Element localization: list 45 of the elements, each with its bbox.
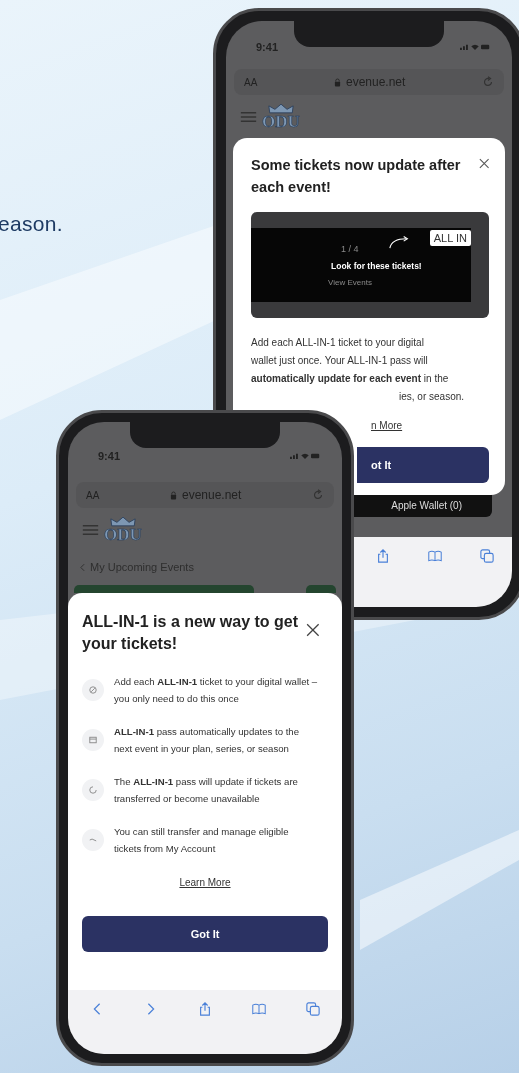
back-chevron-icon (80, 562, 85, 572)
close-icon[interactable] (478, 158, 489, 169)
book-icon[interactable] (252, 1002, 266, 1016)
crown-icon (267, 103, 294, 114)
modal-title: ALL-IN-1 is a new way to get your tickets! (82, 612, 300, 654)
feature-icon (82, 779, 104, 801)
menu-icon[interactable] (240, 110, 257, 123)
reload-icon[interactable] (482, 76, 494, 88)
feature-icon (82, 829, 104, 851)
reload-icon[interactable] (312, 489, 324, 501)
logo[interactable]: ODU (104, 516, 142, 543)
event-card (306, 585, 336, 593)
book-icon[interactable] (428, 549, 442, 563)
got-it-button[interactable]: Got It (82, 916, 328, 952)
lock-icon (169, 490, 177, 500)
share-icon[interactable] (376, 549, 390, 563)
learn-more-link[interactable]: Learn More (179, 877, 231, 888)
tabs-icon[interactable] (480, 549, 494, 563)
crown-icon (109, 516, 136, 527)
feature-text: Add each ALL-IN-1 ticket to your digital wallet – you only need to do this once (114, 675, 318, 706)
share-icon[interactable] (198, 1002, 212, 1016)
body-text-line: ies, or season. (398, 390, 466, 404)
lock-icon (333, 77, 341, 87)
status-time: 9:41 (98, 450, 121, 462)
got-it-button[interactable]: ot It (357, 447, 489, 483)
feature-icon (82, 679, 104, 701)
tutorial-note: Look for these tickets! (331, 261, 422, 271)
status-time: 9:41 (256, 41, 279, 53)
feature-text: The ALL-IN-1 pass will update if tickets are transferred or become unavailable (114, 775, 299, 806)
status-icons (460, 43, 490, 51)
tabs-icon[interactable] (306, 1002, 320, 1016)
modal-title: Some tickets now update after each event! (251, 156, 462, 197)
logo[interactable]: ODU (262, 103, 300, 130)
feature-text: You can still transfer and manage eligible tickets from My Account (114, 825, 290, 856)
feature-text: ALL-IN-1 pass automatically updates to the next event in your plan, series, or season (114, 725, 301, 756)
learn-more-link[interactable]: n More (371, 420, 403, 431)
page-counter: 1 / 4 (341, 244, 359, 254)
body-text-line: automatically update for each event in the (251, 372, 450, 386)
status-icons (290, 452, 320, 460)
menu-icon[interactable] (82, 523, 99, 536)
body-text-line: wallet just once. Your ALL-IN-1 pass will (251, 354, 429, 368)
all-in-badge: ALL IN (429, 230, 471, 246)
feature-icon (82, 729, 104, 751)
close-icon[interactable] (306, 623, 320, 637)
body-text-line: Add each ALL-IN-1 ticket to your digital (251, 336, 425, 350)
